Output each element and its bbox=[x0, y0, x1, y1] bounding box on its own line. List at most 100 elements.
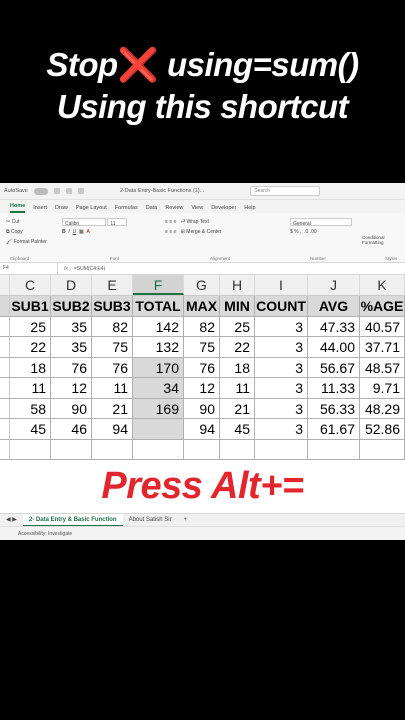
table-cell[interactable]: 52.86 bbox=[360, 419, 405, 440]
tab-draw[interactable]: Draw bbox=[55, 205, 68, 213]
empty-cell[interactable] bbox=[255, 439, 308, 460]
header-cell-sub3[interactable]: SUB3 bbox=[92, 296, 133, 317]
table-cell[interactable]: 48.29 bbox=[360, 398, 405, 419]
table-cell[interactable]: 46 bbox=[51, 419, 92, 440]
column-header-j[interactable]: J bbox=[308, 275, 360, 295]
sheet-tab[interactable]: About Satish Sir bbox=[123, 514, 178, 527]
table-cell[interactable]: 58 bbox=[10, 398, 51, 419]
table-cell[interactable] bbox=[133, 419, 184, 440]
name-box[interactable]: F4 bbox=[0, 262, 58, 275]
number-format-buttons[interactable]: $ % , .0 .00 bbox=[290, 227, 352, 237]
table-cell[interactable]: 142 bbox=[133, 316, 184, 337]
tab-page-layout[interactable]: Page Layout bbox=[76, 205, 107, 213]
header-cell-sub1[interactable]: SUB1 bbox=[10, 296, 51, 317]
table-cell[interactable]: 3 bbox=[255, 316, 308, 337]
tab-review[interactable]: Review bbox=[165, 205, 183, 213]
table-cell[interactable]: 35 bbox=[51, 337, 92, 358]
table-cell[interactable]: 18 bbox=[220, 357, 255, 378]
header-cell-total[interactable]: TOTAL bbox=[133, 296, 184, 317]
table-cell[interactable]: 82 bbox=[184, 316, 220, 337]
table-cell[interactable]: 94 bbox=[184, 419, 220, 440]
table-cell[interactable]: 37.71 bbox=[360, 337, 405, 358]
table-cell[interactable]: 56.33 bbox=[308, 398, 360, 419]
header-cell-pctage[interactable]: %AGE bbox=[360, 296, 405, 317]
bold-italic-underline[interactable]: B I U ▦ A bbox=[62, 227, 127, 237]
column-header-c[interactable]: C bbox=[10, 275, 51, 295]
empty-cell[interactable] bbox=[10, 439, 51, 460]
table-cell[interactable]: 56.67 bbox=[308, 357, 360, 378]
format-painter-button[interactable]: 🖌 Format Painter bbox=[6, 237, 47, 247]
table-cell[interactable]: 25 bbox=[10, 316, 51, 337]
empty-cell[interactable] bbox=[92, 439, 133, 460]
redo-icon[interactable] bbox=[77, 188, 84, 194]
table-cell[interactable]: 75 bbox=[184, 337, 220, 358]
add-sheet-button[interactable]: + bbox=[178, 514, 194, 527]
table-cell[interactable]: 3 bbox=[255, 398, 308, 419]
table-cell[interactable]: 76 bbox=[51, 357, 92, 378]
table-cell[interactable]: 40.57 bbox=[360, 316, 405, 337]
wrap-text-button[interactable]: ⮐ Wrap Text bbox=[181, 219, 209, 225]
column-header-h[interactable]: H bbox=[220, 275, 255, 295]
header-cell-avg[interactable]: AVG bbox=[308, 296, 360, 317]
column-header-d[interactable]: D bbox=[51, 275, 92, 295]
header-cell-sub2[interactable]: SUB2 bbox=[51, 296, 92, 317]
table-cell[interactable]: 169 bbox=[133, 398, 184, 419]
empty-cell[interactable] bbox=[133, 439, 184, 460]
header-cell-min[interactable]: MIN bbox=[220, 296, 255, 317]
undo-icon[interactable] bbox=[65, 188, 72, 194]
table-cell[interactable]: 3 bbox=[255, 357, 308, 378]
table-cell[interactable]: 76 bbox=[184, 357, 220, 378]
save-icon[interactable] bbox=[53, 188, 60, 194]
table-cell[interactable]: 75 bbox=[92, 337, 133, 358]
header-cell-max[interactable]: MAX bbox=[184, 296, 220, 317]
table-cell[interactable]: 82 bbox=[92, 316, 133, 337]
table-cell[interactable]: 12 bbox=[51, 378, 92, 399]
table-cell[interactable]: 90 bbox=[184, 398, 220, 419]
table-cell[interactable]: 11 bbox=[10, 378, 51, 399]
font-size-select[interactable]: 11 bbox=[107, 217, 128, 227]
table-cell[interactable]: 44.00 bbox=[308, 337, 360, 358]
sheet-tab[interactable]: 2- Data Entry & Basic Function bbox=[22, 513, 123, 527]
table-cell[interactable]: 12 bbox=[184, 378, 220, 399]
table-cell[interactable]: 61.67 bbox=[308, 419, 360, 440]
sheet-nav-arrows-icon[interactable]: ◀ ▶ bbox=[0, 514, 23, 527]
formula-input[interactable]: =SUM(C4:E4) bbox=[74, 266, 105, 272]
table-cell[interactable]: 76 bbox=[92, 357, 133, 378]
autosave-toggle[interactable] bbox=[33, 187, 48, 195]
header-cell-count[interactable]: COUNT bbox=[255, 296, 308, 317]
copy-button[interactable]: ⧉ Copy bbox=[6, 227, 47, 237]
table-cell[interactable]: 11 bbox=[220, 378, 255, 399]
table-cell[interactable]: 9.71 bbox=[360, 378, 405, 399]
table-cell[interactable]: 21 bbox=[220, 398, 255, 419]
table-cell[interactable]: 11 bbox=[92, 378, 133, 399]
table-cell[interactable]: 48.57 bbox=[360, 357, 405, 378]
table-cell[interactable]: 21 bbox=[92, 398, 133, 419]
table-cell[interactable]: 18 bbox=[10, 357, 51, 378]
table-cell[interactable]: 11.33 bbox=[308, 378, 360, 399]
table-cell[interactable]: 25 bbox=[220, 316, 255, 337]
table-cell[interactable]: 47.33 bbox=[308, 316, 360, 337]
fx-icon[interactable]: fx bbox=[58, 266, 74, 272]
table-cell[interactable]: 170 bbox=[133, 357, 184, 378]
column-header-k[interactable]: K bbox=[360, 275, 405, 295]
empty-cell[interactable] bbox=[220, 439, 255, 460]
tab-developer[interactable]: Developer bbox=[211, 205, 236, 213]
column-header-i[interactable]: I bbox=[255, 275, 308, 295]
tab-home[interactable]: Home bbox=[10, 203, 26, 213]
number-format-select[interactable]: General bbox=[290, 217, 352, 227]
search-input[interactable]: Search bbox=[250, 186, 321, 196]
column-header-e[interactable]: E bbox=[92, 275, 133, 295]
table-cell[interactable]: 3 bbox=[255, 337, 308, 358]
table-cell[interactable]: 94 bbox=[92, 419, 133, 440]
table-cell[interactable]: 3 bbox=[255, 419, 308, 440]
table-cell[interactable]: 35 bbox=[51, 316, 92, 337]
table-cell[interactable]: 22 bbox=[10, 337, 51, 358]
tab-data[interactable]: Data bbox=[146, 205, 158, 213]
empty-cell[interactable] bbox=[184, 439, 220, 460]
merge-center-button[interactable]: ⊞ Merge & Center bbox=[181, 229, 222, 235]
empty-cell[interactable] bbox=[360, 439, 405, 460]
tab-insert[interactable]: Insert bbox=[33, 205, 47, 213]
column-header-f[interactable]: F bbox=[133, 275, 184, 295]
cut-button[interactable]: ✂ Cut bbox=[6, 217, 47, 227]
corner-cell[interactable] bbox=[0, 275, 10, 295]
